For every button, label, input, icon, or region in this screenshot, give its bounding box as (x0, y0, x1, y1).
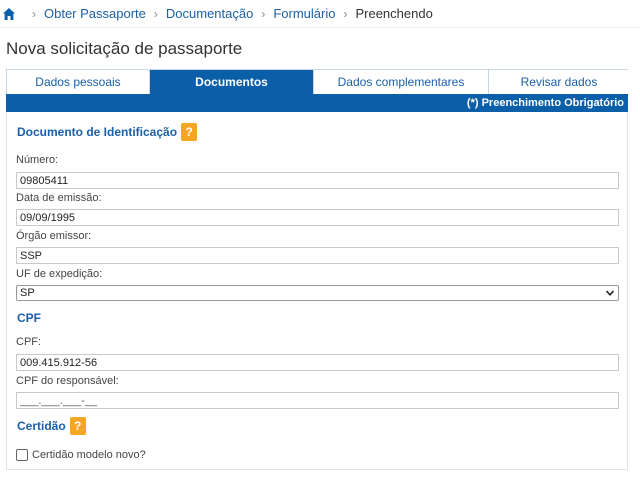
help-icon[interactable]: ? (181, 123, 198, 141)
data-emissao-input[interactable] (16, 209, 619, 226)
section-cpf-title: CPF (17, 311, 41, 325)
breadcrumb-formulario[interactable]: Formulário (273, 6, 335, 21)
numero-input[interactable] (16, 172, 619, 189)
cpf-input[interactable] (16, 354, 619, 371)
uf-expedicao-select[interactable]: SP (16, 285, 619, 301)
form-area: Documento de Identificação ? Número: Dat… (6, 112, 628, 470)
tab-dados-complementares[interactable]: Dados complementares (314, 70, 489, 94)
tab-dados-pessoais[interactable]: Dados pessoais (7, 70, 150, 94)
chevron-right-icon: › (261, 6, 266, 21)
page-title: Nova solicitação de passaporte (6, 39, 243, 58)
cpf-responsavel-label: CPF do responsável: (16, 375, 119, 387)
certidao-modelo-novo-label: Certidão modelo novo? (32, 449, 146, 461)
breadcrumb-current: Preenchendo (355, 6, 433, 21)
chevron-down-icon (605, 290, 615, 296)
section-identificacao: Documento de Identificação ? (17, 123, 198, 141)
numero-label: Número: (16, 154, 59, 166)
orgao-emissor-input[interactable] (16, 247, 619, 264)
required-note: (*) Preenchimento Obrigatório (6, 94, 628, 112)
certidao-modelo-novo-row[interactable]: Certidão modelo novo? (16, 449, 146, 461)
chevron-right-icon: › (153, 6, 158, 21)
chevron-right-icon: › (343, 6, 348, 21)
orgao-emissor-label: Órgão emissor: (16, 230, 92, 242)
section-cpf: CPF (17, 311, 41, 325)
breadcrumb-obter-passaporte[interactable]: Obter Passaporte (44, 6, 146, 21)
breadcrumb-documentacao[interactable]: Documentação (166, 6, 253, 21)
uf-expedicao-value: SP (20, 287, 35, 299)
section-certidao: Certidão ? (17, 417, 86, 435)
cpf-responsavel-input[interactable] (16, 392, 619, 409)
breadcrumb: › Obter Passaporte › Documentação › Form… (0, 0, 640, 28)
home-icon[interactable] (2, 7, 16, 21)
uf-expedicao-label: UF de expedição: (16, 268, 103, 280)
cpf-label: CPF: (16, 336, 42, 348)
tab-revisar-dados[interactable]: Revisar dados (489, 70, 629, 94)
data-emissao-label: Data de emissão: (16, 192, 102, 204)
certidao-modelo-novo-checkbox[interactable] (16, 449, 28, 461)
chevron-right-icon: › (32, 6, 36, 21)
section-certidao-title: Certidão (17, 419, 66, 433)
tab-documentos[interactable]: Documentos (150, 70, 314, 94)
tab-bar: Dados pessoais Documentos Dados compleme… (6, 69, 629, 94)
section-identificacao-title: Documento de Identificação (17, 125, 178, 139)
help-icon[interactable]: ? (69, 417, 86, 435)
